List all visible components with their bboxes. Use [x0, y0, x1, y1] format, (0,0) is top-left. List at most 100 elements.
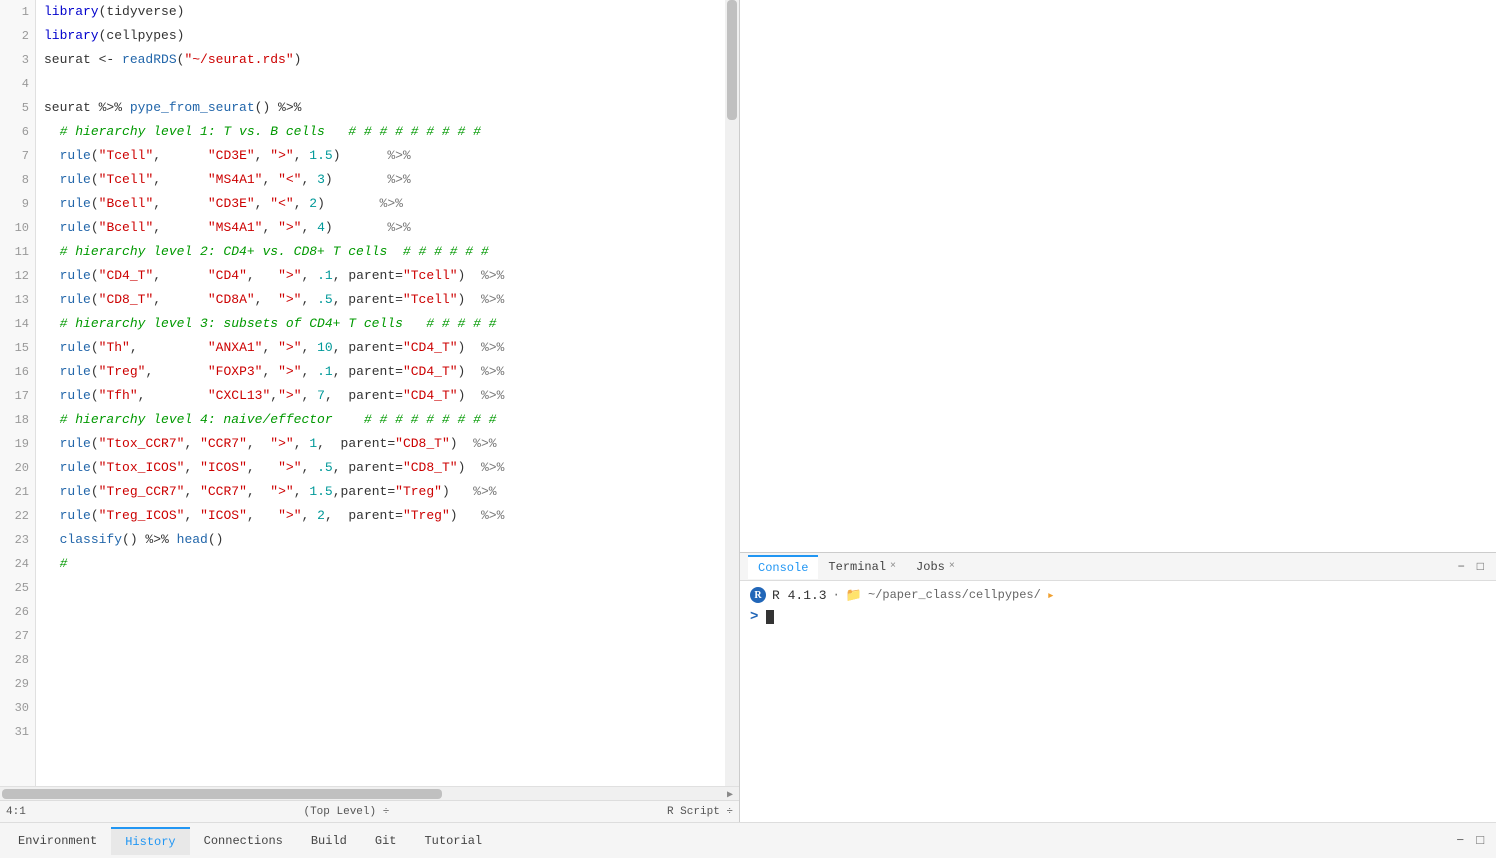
code-context[interactable]: (Top Level) ÷: [303, 806, 389, 818]
code-line-13: rule("CD8_T", "CD8A", ">", .5, parent="T…: [44, 288, 717, 312]
console-separator: ·: [833, 588, 840, 602]
line-number-13: 13: [0, 288, 29, 312]
bottom-tab-connections[interactable]: Connections: [190, 828, 297, 854]
code-line-2: library(cellpypes): [44, 24, 717, 48]
right-top-area: [740, 0, 1496, 552]
line-number-11: 11: [0, 240, 29, 264]
code-line-5: seurat %>% pype_from_seurat() %>%: [44, 96, 717, 120]
file-type[interactable]: R Script ÷: [667, 806, 733, 818]
close-tab-terminal-icon[interactable]: ×: [890, 561, 896, 572]
line-number-1: 1: [0, 0, 29, 24]
cursor-position: 4:1: [6, 806, 26, 818]
line-number-8: 8: [0, 168, 29, 192]
line-number-10: 10: [0, 216, 29, 240]
maximize-console-btn[interactable]: □: [1473, 558, 1488, 576]
line-numbers: 1234567891011121314151617181920212223242…: [0, 0, 36, 786]
line-number-4: 4: [0, 72, 29, 96]
line-number-31: 31: [0, 720, 29, 744]
code-line-24: #: [44, 552, 717, 576]
line-number-25: 25: [0, 576, 29, 600]
console-tabs: ConsoleTerminal×Jobs× − □: [740, 553, 1496, 581]
maximize-panel-btn[interactable]: □: [1472, 831, 1488, 850]
line-number-26: 26: [0, 600, 29, 624]
code-line-30: [44, 696, 717, 720]
editor-scrollbar-horizontal[interactable]: ▶: [0, 786, 739, 800]
close-tab-jobs-icon[interactable]: ×: [949, 561, 955, 572]
code-line-21: rule("Treg_CCR7", "CCR7", ">", 1.5,paren…: [44, 480, 717, 504]
code-line-23: classify() %>% head(): [44, 528, 717, 552]
code-line-4: [44, 72, 717, 96]
editor-status-bar: 4:1 (Top Level) ÷ R Script ÷: [0, 800, 739, 822]
line-number-7: 7: [0, 144, 29, 168]
console-tab-terminal[interactable]: Terminal×: [818, 556, 906, 578]
code-line-14: # hierarchy level 3: subsets of CD4+ T c…: [44, 312, 717, 336]
minimize-panel-btn[interactable]: −: [1452, 831, 1468, 850]
editor-content: 1234567891011121314151617181920212223242…: [0, 0, 739, 786]
r-icon: R: [750, 587, 766, 603]
editor-panel: 1234567891011121314151617181920212223242…: [0, 0, 740, 822]
code-line-28: [44, 648, 717, 672]
code-line-3: seurat <- readRDS("~/seurat.rds"): [44, 48, 717, 72]
line-number-16: 16: [0, 360, 29, 384]
line-number-22: 22: [0, 504, 29, 528]
line-number-23: 23: [0, 528, 29, 552]
r-version-label: R 4.1.3: [772, 588, 827, 603]
code-line-9: rule("Bcell", "CD3E", "<", 2) %>%: [44, 192, 717, 216]
bottom-tab-git[interactable]: Git: [361, 828, 411, 854]
code-line-11: # hierarchy level 2: CD4+ vs. CD8+ T cel…: [44, 240, 717, 264]
code-line-16: rule("Treg", "FOXP3", ">", .1, parent="C…: [44, 360, 717, 384]
line-number-24: 24: [0, 552, 29, 576]
console-prompt-line[interactable]: >: [750, 609, 1486, 625]
line-number-6: 6: [0, 120, 29, 144]
folder-icon: 📁: [846, 588, 862, 603]
code-line-10: rule("Bcell", "MS4A1", ">", 4) %>%: [44, 216, 717, 240]
line-number-3: 3: [0, 48, 29, 72]
code-line-7: rule("Tcell", "CD3E", ">", 1.5) %>%: [44, 144, 717, 168]
code-line-29: [44, 672, 717, 696]
editor-scrollbar-thumb-h[interactable]: [2, 789, 442, 799]
line-number-20: 20: [0, 456, 29, 480]
console-tab-actions: − □: [1454, 558, 1496, 576]
code-line-1: library(tidyverse): [44, 0, 717, 24]
bottom-tab-bar: EnvironmentHistoryConnectionsBuildGitTut…: [0, 822, 1496, 858]
line-number-28: 28: [0, 648, 29, 672]
bottom-tab-environment[interactable]: Environment: [4, 828, 111, 854]
line-number-2: 2: [0, 24, 29, 48]
console-tab-jobs[interactable]: Jobs×: [906, 556, 965, 578]
code-area[interactable]: library(tidyverse)library(cellpypes)seur…: [36, 0, 725, 786]
code-line-27: [44, 624, 717, 648]
line-number-9: 9: [0, 192, 29, 216]
bottom-tab-history[interactable]: History: [111, 827, 189, 855]
console-panel: ConsoleTerminal×Jobs× − □ R R 4.1.3 · 📁 …: [740, 552, 1496, 822]
open-folder-icon[interactable]: ▸: [1047, 588, 1055, 603]
code-line-17: rule("Tfh", "CXCL13",">", 7, parent="CD4…: [44, 384, 717, 408]
line-number-19: 19: [0, 432, 29, 456]
scroll-right-arrow[interactable]: ▶: [727, 789, 737, 799]
bottom-tab-actions: − □: [1452, 831, 1496, 850]
console-tab-console[interactable]: Console: [748, 555, 818, 579]
console-info-line: R R 4.1.3 · 📁 ~/paper_class/cellpypes/ ▸: [750, 587, 1486, 603]
code-line-31: [44, 720, 717, 744]
console-content[interactable]: R R 4.1.3 · 📁 ~/paper_class/cellpypes/ ▸…: [740, 581, 1496, 822]
line-number-17: 17: [0, 384, 29, 408]
line-number-30: 30: [0, 696, 29, 720]
bottom-tab-tutorial[interactable]: Tutorial: [410, 828, 496, 854]
minimize-console-btn[interactable]: −: [1454, 558, 1469, 576]
main-area: 1234567891011121314151617181920212223242…: [0, 0, 1496, 822]
line-number-14: 14: [0, 312, 29, 336]
editor-scrollbar-thumb-v[interactable]: [727, 0, 737, 120]
line-number-12: 12: [0, 264, 29, 288]
code-line-12: rule("CD4_T", "CD4", ">", .1, parent="Tc…: [44, 264, 717, 288]
console-path[interactable]: ~/paper_class/cellpypes/: [868, 588, 1041, 602]
code-line-18: # hierarchy level 4: naive/effector # # …: [44, 408, 717, 432]
line-number-21: 21: [0, 480, 29, 504]
editor-scrollbar-vertical[interactable]: [725, 0, 739, 786]
code-line-6: # hierarchy level 1: T vs. B cells # # #…: [44, 120, 717, 144]
code-line-19: rule("Ttox_CCR7", "CCR7", ">", 1, parent…: [44, 432, 717, 456]
line-number-29: 29: [0, 672, 29, 696]
line-number-27: 27: [0, 624, 29, 648]
line-number-15: 15: [0, 336, 29, 360]
code-line-20: rule("Ttox_ICOS", "ICOS", ">", .5, paren…: [44, 456, 717, 480]
code-line-26: [44, 600, 717, 624]
bottom-tab-build[interactable]: Build: [297, 828, 361, 854]
